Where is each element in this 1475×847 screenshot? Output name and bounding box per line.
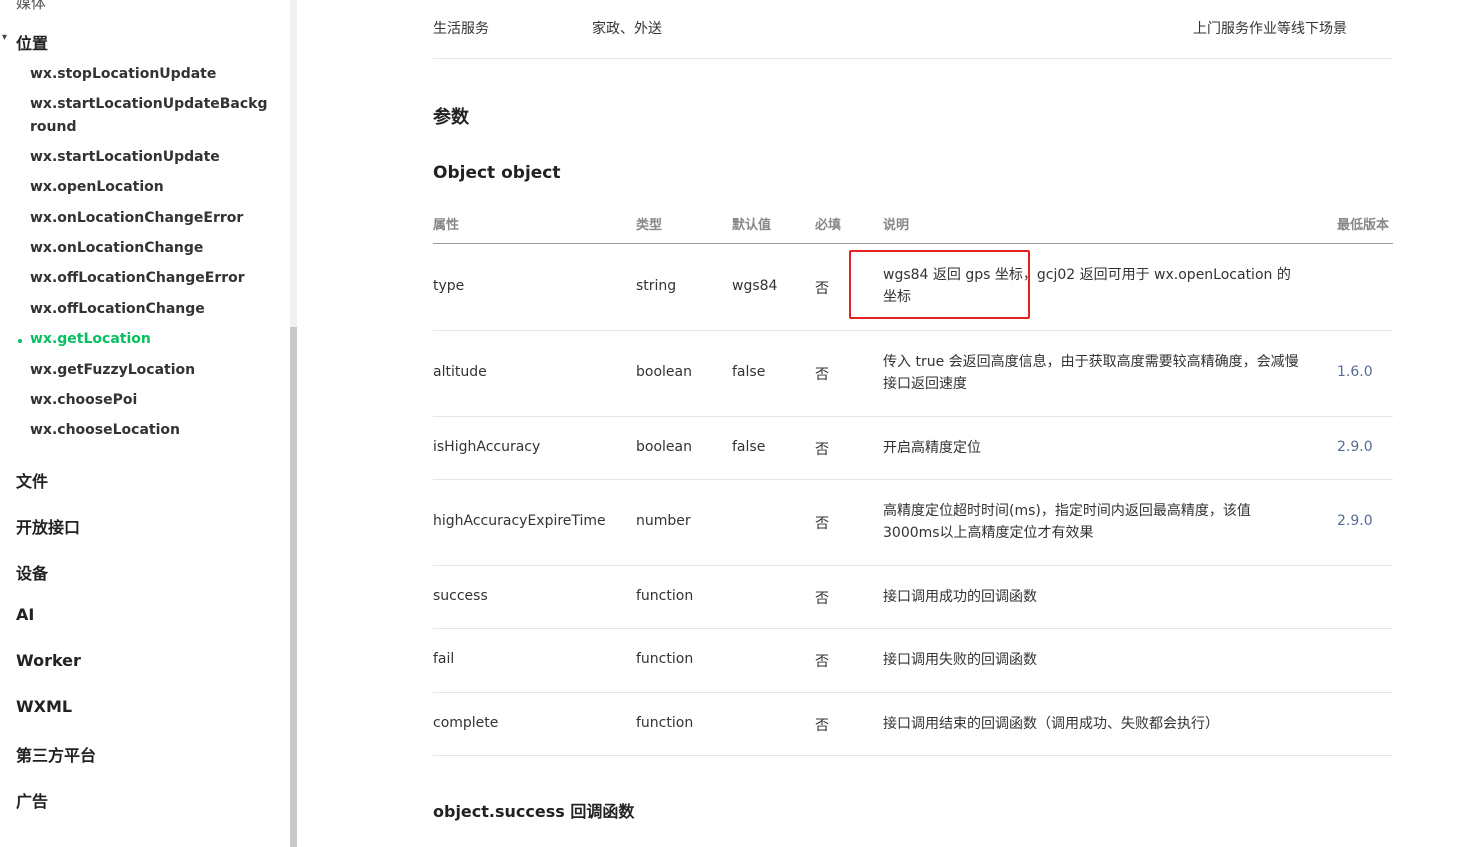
- table-row: isHighAccuracy boolean false 否 开启高精度定位 2…: [433, 417, 1393, 480]
- cell-name: altitude: [433, 364, 487, 380]
- divider: [433, 58, 1393, 59]
- th-required: 必填: [815, 218, 842, 233]
- sidebar-section-worker[interactable]: Worker: [16, 651, 81, 670]
- collapse-caret-icon[interactable]: ▾: [2, 32, 7, 43]
- sidebar-section-third-party[interactable]: 第三方平台: [16, 742, 96, 766]
- cell-default: false: [732, 364, 766, 380]
- sidebar-section-file[interactable]: 文件: [16, 468, 48, 492]
- sidebar-nav: 媒体 ▾ 位置 wx.stopLocationUpdate wx.startLo…: [0, 0, 290, 847]
- cell-description: 开启高精度定位: [883, 440, 981, 456]
- th-min-version: 最低版本: [1337, 218, 1390, 233]
- sidebar-category-partial[interactable]: 媒体: [16, 0, 46, 13]
- sidebar-scrollbar-thumb[interactable]: [290, 327, 297, 847]
- prev-row-scene: 上门服务作业等线下场景: [1193, 21, 1347, 37]
- sidebar-item-stopLocationUpdate[interactable]: wx.stopLocationUpdate: [30, 63, 270, 86]
- cell-required: 否: [815, 281, 829, 297]
- sidebar-section-ai[interactable]: AI: [16, 605, 34, 624]
- sidebar-item-openLocation[interactable]: wx.openLocation: [30, 176, 270, 199]
- sidebar-item-getLocation[interactable]: wx.getLocation: [30, 328, 270, 351]
- cell-type: boolean: [636, 364, 692, 380]
- cell-type: number: [636, 513, 691, 529]
- table-row: success function 否 接口调用成功的回调函数: [433, 566, 1393, 629]
- cell-type: function: [636, 715, 694, 731]
- params-heading: 参数: [433, 107, 469, 128]
- cell-type: function: [636, 588, 694, 604]
- cell-description: 传入 true 会返回高度信息，由于获取高度需要较高精确度，会减慢接口返回速度: [883, 354, 1299, 392]
- cell-version-link[interactable]: 2.9.0: [1337, 513, 1373, 529]
- cell-description: 接口调用失败的回调函数: [883, 652, 1037, 668]
- th-property: 属性: [433, 218, 460, 233]
- table-row: altitude boolean false 否 传入 true 会返回高度信息…: [433, 331, 1393, 417]
- sidebar-item-offLocationChange[interactable]: wx.offLocationChange: [30, 298, 270, 321]
- cell-name: fail: [433, 651, 455, 667]
- table-header: 属性 类型 默认值 必填 说明 最低版本: [433, 214, 1393, 244]
- prev-row-category: 生活服务: [433, 21, 489, 37]
- sidebar-category-location[interactable]: 位置: [16, 30, 48, 54]
- sidebar-section-wxml[interactable]: WXML: [16, 697, 72, 716]
- cell-description: 高精度定位超时时间(ms)，指定时间内返回最高精度，该值3000ms以上高精度定…: [883, 503, 1251, 541]
- th-default: 默认值: [732, 218, 772, 233]
- cell-default: wgs84: [732, 278, 778, 294]
- th-type: 类型: [636, 218, 663, 233]
- object-heading: Object object: [433, 163, 561, 183]
- sidebar-item-getFuzzyLocation[interactable]: wx.getFuzzyLocation: [30, 359, 270, 382]
- cell-required: 否: [815, 367, 829, 383]
- sidebar-section-open-api[interactable]: 开放接口: [16, 514, 80, 538]
- active-item-dot-icon: [18, 339, 22, 343]
- cell-version-link[interactable]: 2.9.0: [1337, 439, 1373, 455]
- cell-name: success: [433, 588, 488, 604]
- th-description: 说明: [883, 218, 910, 233]
- sidebar-item-choosePoi[interactable]: wx.choosePoi: [30, 389, 270, 412]
- sidebar-item-onLocationChange[interactable]: wx.onLocationChange: [30, 237, 270, 260]
- cell-type: boolean: [636, 439, 692, 455]
- sidebar-item-onLocationChangeError[interactable]: wx.onLocationChangeError: [30, 207, 270, 230]
- cell-name: type: [433, 278, 465, 294]
- table-row: highAccuracyExpireTime number 否 高精度定位超时时…: [433, 480, 1393, 566]
- cell-type: function: [636, 651, 694, 667]
- cell-name: complete: [433, 715, 499, 731]
- cell-name: isHighAccuracy: [433, 439, 541, 455]
- success-callback-heading: object.success 回调函数: [433, 802, 635, 821]
- prev-row-services: 家政、外送: [592, 21, 662, 37]
- sidebar-item-chooseLocation[interactable]: wx.chooseLocation: [30, 419, 270, 442]
- sidebar-item-startLocationUpdateBackground[interactable]: wx.startLocationUpdateBackground: [30, 93, 270, 139]
- table-row: complete function 否 接口调用结束的回调函数（调用成功、失败都…: [433, 693, 1393, 756]
- sidebar-item-offLocationChangeError[interactable]: wx.offLocationChangeError: [30, 267, 270, 290]
- red-highlight-annotation: [849, 250, 1030, 319]
- cell-description: 接口调用成功的回调函数: [883, 589, 1037, 605]
- cell-required: 否: [815, 654, 829, 670]
- cell-version-link[interactable]: 1.6.0: [1337, 364, 1373, 380]
- table-row: fail function 否 接口调用失败的回调函数: [433, 629, 1393, 693]
- cell-required: 否: [815, 718, 829, 734]
- sidebar-item-startLocationUpdate[interactable]: wx.startLocationUpdate: [30, 146, 270, 169]
- sidebar-section-ads[interactable]: 广告: [16, 788, 48, 812]
- cell-required: 否: [815, 442, 829, 458]
- cell-description: 接口调用结束的回调函数（调用成功、失败都会执行）: [883, 716, 1219, 732]
- main-content: 生活服务 家政、外送 上门服务作业等线下场景 参数 Object object …: [433, 0, 1393, 847]
- cell-type: string: [636, 278, 677, 294]
- cell-required: 否: [815, 516, 829, 532]
- sidebar-section-device[interactable]: 设备: [16, 560, 48, 584]
- cell-default: false: [732, 439, 766, 455]
- cell-required: 否: [815, 591, 829, 607]
- cell-name: highAccuracyExpireTime: [433, 513, 606, 529]
